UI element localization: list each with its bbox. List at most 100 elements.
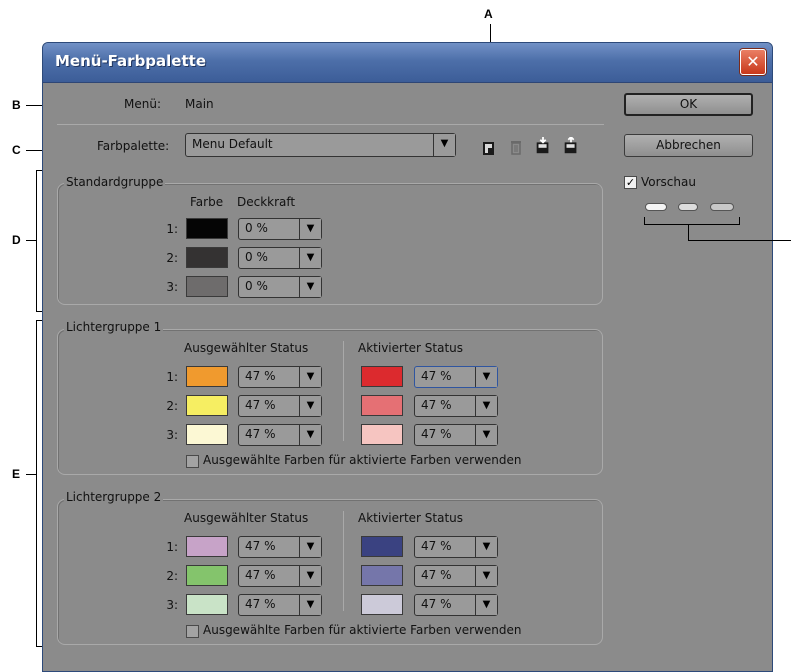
callout-f-stem [688, 224, 689, 240]
callout-f-bracket-right [739, 217, 740, 225]
callout-f-line [688, 240, 791, 241]
selected-color-swatch[interactable] [186, 594, 228, 615]
callout-e-line [26, 474, 36, 475]
preview-selected-icon[interactable] [678, 203, 698, 211]
callout-c-label: C [12, 143, 21, 157]
selected-color-swatch[interactable] [186, 366, 228, 387]
ok-button[interactable]: OK [624, 93, 753, 116]
activated-color-swatch[interactable] [361, 424, 403, 445]
opacity-select[interactable]: 47 % ▼ [238, 424, 322, 446]
opacity-select[interactable]: 0 % ▼ [238, 247, 322, 269]
callout-f-bracket [644, 224, 740, 225]
opacity-select-value: 0 % [245, 279, 268, 293]
opacity-select-value: 0 % [245, 250, 268, 264]
delete-palette-icon[interactable] [507, 138, 525, 156]
selected-status-header: Ausgewählter Status [184, 511, 309, 525]
preview-label: Vorschau [641, 175, 696, 189]
opacity-select[interactable]: 47 % ▼ [238, 366, 322, 388]
use-selected-colors-checkbox[interactable] [186, 455, 199, 468]
opacity-select-value: 47 % [245, 568, 276, 582]
callout-d-line [26, 240, 36, 241]
activated-color-swatch[interactable] [361, 565, 403, 586]
opacity-select[interactable]: 47 % ▼ [414, 536, 498, 558]
import-palette-icon[interactable] [534, 137, 552, 155]
opacity-select[interactable]: 47 % ▼ [414, 594, 498, 616]
opacity-select-value: 47 % [245, 398, 276, 412]
menu-value: Main [185, 97, 214, 111]
callout-a-label: A [484, 7, 493, 21]
row-number: 3: [166, 280, 178, 294]
chevron-down-icon: ▼ [475, 425, 497, 445]
selected-color-swatch[interactable] [186, 424, 228, 445]
palette-select[interactable]: Menu Default ▼ [185, 133, 456, 157]
opacity-select-value: 47 % [421, 369, 452, 383]
callout-b-label: B [12, 98, 21, 112]
opacity-select[interactable]: 47 % ▼ [238, 536, 322, 558]
opacity-select[interactable]: 47 % ▼ [414, 565, 498, 587]
activated-color-swatch[interactable] [361, 594, 403, 615]
chevron-down-icon: ▼ [475, 396, 497, 416]
cancel-button[interactable]: Abbrechen [624, 134, 753, 157]
preview-normal-icon[interactable] [645, 203, 667, 211]
opacity-column-header: Deckkraft [237, 195, 296, 209]
chevron-down-icon: ▼ [433, 134, 455, 156]
use-selected-colors-checkbox[interactable] [186, 625, 199, 638]
opacity-select[interactable]: 47 % ▼ [414, 366, 498, 388]
highlight-group-1-title: Lichtergruppe 1 [64, 320, 164, 334]
dialog-title: Menü-Farbpalette [55, 52, 206, 70]
chevron-down-icon: ▼ [475, 566, 497, 586]
opacity-select-value: 47 % [421, 539, 452, 553]
dialog-titlebar[interactable]: Menü-Farbpalette ✕ [43, 43, 772, 83]
chevron-down-icon: ▼ [299, 566, 321, 586]
export-palette-icon[interactable] [562, 137, 580, 155]
selected-status-header: Ausgewählter Status [184, 341, 309, 355]
palette-label: Farbpalette: [97, 139, 170, 153]
callout-d-bracket [36, 170, 37, 312]
chevron-down-icon: ▼ [299, 277, 321, 297]
preview-checkbox[interactable]: ✓ [624, 176, 637, 189]
header-separator [57, 124, 604, 125]
opacity-select[interactable]: 47 % ▼ [238, 565, 322, 587]
callout-e-bracket [36, 320, 37, 647]
opacity-select[interactable]: 0 % ▼ [238, 218, 322, 240]
highlight-group-2-title: Lichtergruppe 2 [64, 490, 164, 504]
opacity-select-value: 0 % [245, 221, 268, 235]
chevron-down-icon: ▼ [475, 537, 497, 557]
opacity-select-value: 47 % [421, 398, 452, 412]
activated-color-swatch[interactable] [361, 536, 403, 557]
color-column-header: Farbe [190, 195, 224, 209]
opacity-select-value: 47 % [245, 597, 276, 611]
opacity-select-value: 47 % [421, 427, 452, 441]
menu-label: Menü: [124, 97, 161, 111]
opacity-select[interactable]: 47 % ▼ [238, 395, 322, 417]
selected-color-swatch[interactable] [186, 565, 228, 586]
chevron-down-icon: ▼ [475, 595, 497, 615]
activated-color-swatch[interactable] [361, 366, 403, 387]
color-swatch[interactable] [186, 247, 228, 268]
chevron-down-icon: ▼ [299, 595, 321, 615]
opacity-select-value: 47 % [421, 568, 452, 582]
opacity-select[interactable]: 47 % ▼ [238, 594, 322, 616]
status-separator [343, 511, 344, 611]
preview-activated-icon[interactable] [710, 203, 734, 211]
row-number: 3: [166, 598, 178, 612]
opacity-select[interactable]: 47 % ▼ [414, 424, 498, 446]
close-button[interactable]: ✕ [740, 49, 766, 75]
color-swatch[interactable] [186, 276, 228, 297]
activated-status-header: Aktivierter Status [358, 341, 464, 355]
selected-color-swatch[interactable] [186, 395, 228, 416]
color-swatch[interactable] [186, 218, 228, 239]
use-selected-colors-label: Ausgewählte Farben für aktivierte Farben… [203, 453, 522, 467]
row-number: 3: [166, 428, 178, 442]
callout-e-label: E [12, 467, 21, 481]
opacity-select[interactable]: 47 % ▼ [414, 395, 498, 417]
row-number: 2: [166, 399, 178, 413]
selected-color-swatch[interactable] [186, 536, 228, 557]
opacity-select[interactable]: 0 % ▼ [238, 276, 322, 298]
opacity-select-value: 47 % [245, 427, 276, 441]
row-number: 1: [166, 222, 178, 236]
chevron-down-icon: ▼ [475, 367, 497, 387]
new-palette-icon[interactable] [480, 139, 498, 157]
row-number: 2: [166, 569, 178, 583]
activated-color-swatch[interactable] [361, 395, 403, 416]
